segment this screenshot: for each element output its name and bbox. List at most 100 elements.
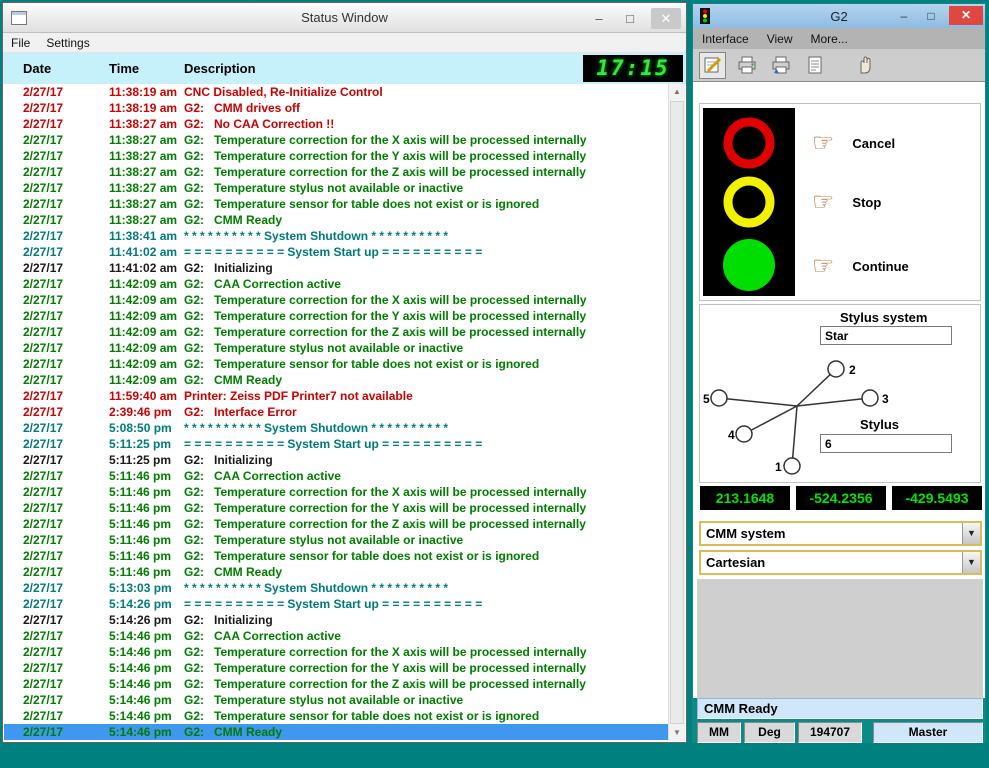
log-row[interactable]: 2/27/17 5:13:03 pm * * * * * * * * * * Sys… (4, 580, 668, 596)
stop-button[interactable]: ☞ Stop (812, 185, 881, 219)
pointing-hand-icon: ☞ (812, 128, 835, 157)
log-row[interactable]: 2/27/17 11:38:27 am G2: Temperature correc… (4, 132, 668, 148)
status-window-title-bar[interactable]: Status Window – □ ✕ (3, 3, 686, 33)
log-row[interactable]: 2/27/17 11:38:19 am G2: CMM drives off (4, 100, 668, 116)
chevron-down-icon[interactable]: ▼ (962, 523, 980, 544)
unit-mm-box[interactable]: MM (697, 722, 741, 743)
log-row[interactable]: 2/27/17 11:38:19 am CNC Disabled, Re-Initi… (4, 84, 668, 100)
menu-item-view[interactable]: View (758, 32, 802, 46)
cmm-system-dropdown[interactable]: CMM system ▼ (699, 521, 982, 546)
menu-item-settings[interactable]: Settings (38, 36, 97, 50)
log-description: G2: Temperature stylus not available or … (184, 341, 464, 355)
g2-toolbar (693, 49, 985, 82)
log-row[interactable]: 2/27/17 11:38:27 am G2: Temperature correc… (4, 164, 668, 180)
close-icon[interactable]: ✕ (651, 7, 681, 29)
log-row[interactable]: 2/27/17 5:11:46 pm G2: Temperature stylus … (4, 532, 668, 548)
log-row[interactable]: 2/27/17 11:38:27 am G2: No CAA Correction … (4, 116, 668, 132)
log-row[interactable]: 2/27/17 11:38:41 am * * * * * * * * * * Sy… (4, 228, 668, 244)
menu-item-file[interactable]: File (3, 36, 38, 50)
minimize-icon[interactable]: – (895, 9, 913, 23)
log-description: G2: Temperature correction for the X axi… (184, 645, 587, 659)
log-time: 5:11:25 pm (109, 453, 172, 467)
print-export-icon[interactable] (767, 52, 794, 79)
minimize-icon[interactable]: – (589, 11, 609, 26)
log-row[interactable]: 2/27/17 11:38:27 am G2: CMM Ready (4, 212, 668, 228)
log-row[interactable]: 2/27/17 11:38:27 am G2: Temperature stylus… (4, 180, 668, 196)
log-row[interactable]: 2/27/17 11:41:02 am G2: Initializing (4, 260, 668, 276)
menu-item-interface[interactable]: Interface (693, 32, 758, 46)
scrollbar[interactable]: ▲ ▼ (668, 84, 685, 741)
log-date: 2/27/17 (23, 101, 64, 115)
log-row[interactable]: 2/27/17 5:14:46 pm G2: CAA Correction acti… (4, 628, 668, 644)
edit-note-icon[interactable] (699, 51, 726, 79)
log-row[interactable]: 2/27/17 11:38:27 am G2: Temperature sensor… (4, 196, 668, 212)
scroll-up-icon[interactable]: ▲ (669, 84, 685, 100)
log-row[interactable]: 2/27/17 11:42:09 am G2: Temperature correc… (4, 324, 668, 340)
empty-panel (697, 579, 983, 698)
coordinate-system-value: Cartesian (706, 555, 766, 570)
continue-button[interactable]: ☞ Continue (812, 249, 909, 283)
log-row[interactable]: 2/27/17 5:11:25 pm G2: Initializing (4, 452, 668, 468)
log-row[interactable]: 2/27/17 11:38:27 am G2: Temperature correc… (4, 148, 668, 164)
log-time: 5:14:26 pm (109, 613, 172, 627)
log-description: G2: Temperature correction for the Z axi… (184, 517, 586, 531)
log-time: 5:11:46 pm (109, 485, 172, 499)
log-description: G2: Temperature correction for the Y axi… (184, 309, 587, 323)
log-time: 11:38:27 am (109, 149, 178, 163)
log-row[interactable]: 2/27/17 5:11:46 pm G2: CAA Correction acti… (4, 468, 668, 484)
column-time[interactable]: Time (109, 61, 139, 76)
hand-tool-icon[interactable] (851, 52, 878, 79)
maximize-icon[interactable]: □ (922, 9, 940, 23)
log-row[interactable]: 2/27/17 5:14:46 pm G2: Temperature correct… (4, 660, 668, 676)
log-row[interactable]: 2/27/17 5:14:46 pm G2: Temperature correct… (4, 644, 668, 660)
log-row[interactable]: 2/27/17 5:11:46 pm G2: Temperature sensor … (4, 548, 668, 564)
log-description: G2: Temperature sensor for table does no… (184, 709, 540, 723)
log-row[interactable]: 2/27/17 5:14:46 pm G2: CMM Ready (4, 724, 668, 740)
scroll-down-icon[interactable]: ▼ (669, 725, 685, 741)
document-icon[interactable] (801, 52, 828, 79)
log-row[interactable]: 2/27/17 11:42:09 am G2: Temperature correc… (4, 292, 668, 308)
log-row[interactable]: 2/27/17 5:11:46 pm G2: Temperature correct… (4, 500, 668, 516)
maximize-icon[interactable]: □ (620, 11, 640, 26)
log-row[interactable]: 2/27/17 11:42:09 am G2: CMM Ready (4, 372, 668, 388)
log-row[interactable]: 2/27/17 5:11:25 pm = = = = = = = = = = Sys… (4, 436, 668, 452)
log-row[interactable]: 2/27/17 5:11:46 pm G2: CMM Ready (4, 564, 668, 580)
log-row[interactable]: 2/27/17 11:41:02 am = = = = = = = = = = Sy… (4, 244, 668, 260)
column-date[interactable]: Date (23, 61, 51, 76)
log-row[interactable]: 2/27/17 11:42:09 am G2: CAA Correction act… (4, 276, 668, 292)
chevron-down-icon[interactable]: ▼ (962, 552, 980, 573)
log-row[interactable]: 2/27/17 5:14:46 pm G2: Temperature sensor … (4, 708, 668, 724)
master-box[interactable]: Master (873, 722, 983, 743)
log-row[interactable]: 2/27/17 5:11:46 pm G2: Temperature correct… (4, 516, 668, 532)
scroll-thumb[interactable] (670, 101, 684, 724)
unit-deg-box[interactable]: Deg (744, 722, 795, 743)
stylus-diagram[interactable]: 2 3 5 4 1 (702, 349, 892, 481)
log-row[interactable]: 2/27/17 5:14:26 pm G2: Initializing (4, 612, 668, 628)
stylus-panel: Stylus system 2 3 5 4 (699, 304, 981, 483)
log-row[interactable]: 2/27/17 11:42:09 am G2: Temperature correc… (4, 308, 668, 324)
printer-setup-icon[interactable] (733, 52, 760, 79)
log-row[interactable]: 2/27/17 5:11:46 pm G2: Temperature correct… (4, 484, 668, 500)
log-row[interactable]: 2/27/17 5:14:46 pm G2: Temperature stylus … (4, 692, 668, 708)
log-row[interactable]: 2/27/17 11:42:09 am G2: Temperature stylus… (4, 340, 668, 356)
cancel-button[interactable]: ☞ Cancel (812, 126, 895, 160)
close-icon[interactable]: ✕ (949, 6, 983, 25)
log-row[interactable]: 2/27/17 5:14:46 pm G2: Temperature correct… (4, 676, 668, 692)
log-time: 11:42:09 am (109, 293, 178, 307)
log-time: 5:11:46 pm (109, 549, 172, 563)
log-date: 2/27/17 (23, 677, 64, 691)
coordinate-system-dropdown[interactable]: Cartesian ▼ (699, 550, 982, 575)
log-row[interactable]: 2/27/17 11:59:40 am Printer: Zeiss PDF Pri… (4, 388, 668, 404)
log-row[interactable]: 2/27/17 2:39:46 pm G2: Interface Error (4, 404, 668, 420)
log-row[interactable]: 2/27/17 11:42:09 am G2: Temperature sensor… (4, 356, 668, 372)
stylus-input[interactable] (820, 434, 952, 453)
log-time: 5:11:46 pm (109, 517, 172, 531)
stylus-system-input[interactable] (820, 326, 952, 345)
menu-item-more[interactable]: More... (802, 32, 857, 46)
log-row[interactable]: 2/27/17 5:14:26 pm = = = = = = = = = = Sys… (4, 596, 668, 612)
log-description: G2: Initializing (184, 453, 273, 467)
column-description[interactable]: Description (184, 61, 256, 76)
log-description: = = = = = = = = = = System Start up = = … (184, 245, 483, 259)
g2-title-bar[interactable]: G2 – □ ✕ (693, 4, 985, 28)
log-row[interactable]: 2/27/17 5:08:50 pm * * * * * * * * * * Sys… (4, 420, 668, 436)
